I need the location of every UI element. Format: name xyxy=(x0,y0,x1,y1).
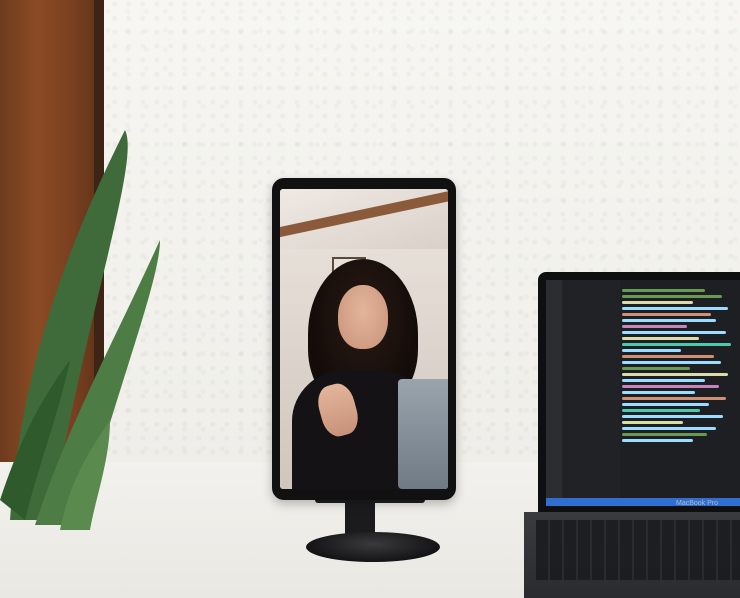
video-call-screen xyxy=(280,189,448,489)
laptop-brand-label: MacBook Pro xyxy=(676,500,719,507)
code-editor xyxy=(546,280,740,506)
editor-code-area xyxy=(622,286,740,498)
laptop-screen xyxy=(538,272,740,512)
laptop-keyboard xyxy=(536,520,740,580)
tablet-device xyxy=(272,178,456,500)
person-face xyxy=(338,285,388,349)
editor-activity-bar xyxy=(546,280,562,506)
editor-file-tree xyxy=(562,280,620,506)
stand-base xyxy=(306,532,440,562)
call-laptop xyxy=(398,379,448,489)
photo-scene: MacBook Pro xyxy=(0,0,740,598)
